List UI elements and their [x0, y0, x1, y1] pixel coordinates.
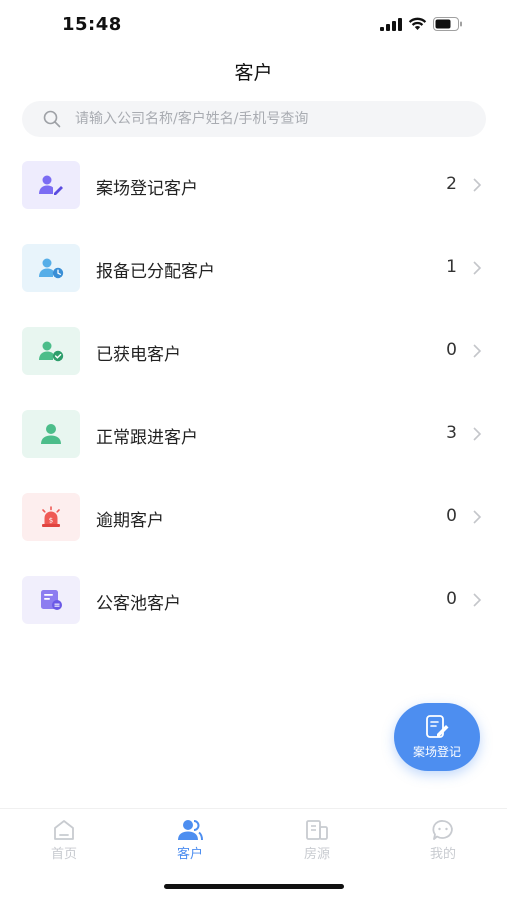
tab-label: 客户: [176, 847, 203, 862]
wifi-icon: [408, 17, 427, 30]
user-clock-icon: [22, 244, 80, 292]
chevron-right-icon: [473, 178, 482, 192]
search-input[interactable]: [73, 110, 477, 128]
list-item-normal-followup[interactable]: 正常跟进客户 3: [0, 405, 507, 465]
search-icon: [43, 110, 61, 128]
list-item-phone-obtained[interactable]: 已获电客户 0: [0, 322, 507, 382]
row-count: 0: [446, 506, 457, 526]
status-time: 15:48: [62, 14, 122, 35]
tab-label: 房源: [303, 847, 330, 862]
building-icon: [306, 820, 328, 840]
row-count: 1: [446, 257, 457, 277]
chevron-right-icon: [473, 427, 482, 441]
chevron-right-icon: [473, 510, 482, 524]
row-count: 0: [446, 589, 457, 609]
home-indicator: [164, 884, 344, 889]
chevron-right-icon: [473, 344, 482, 358]
tab-label: 首页: [50, 847, 77, 862]
fab-label: 案场登记: [412, 745, 461, 759]
user-edit-icon: [22, 161, 80, 209]
row-count: 0: [446, 340, 457, 360]
row-label: 正常跟进客户: [96, 428, 198, 448]
tab-properties[interactable]: 房源: [277, 819, 357, 862]
chevron-right-icon: [473, 593, 482, 607]
form-icon: [22, 576, 80, 624]
row-label: 已获电客户: [96, 345, 181, 365]
user-icon: [22, 410, 80, 458]
edit-note-icon: [426, 715, 449, 738]
row-label: 案场登记客户: [96, 179, 198, 199]
user-check-icon: [22, 327, 80, 375]
signal-icon: [380, 17, 402, 31]
tab-home[interactable]: 首页: [24, 819, 104, 862]
tab-mine[interactable]: 我的: [403, 819, 483, 862]
list-item-onsite-registered[interactable]: 案场登记客户 2: [0, 156, 507, 216]
svg-text:$: $: [49, 517, 53, 525]
list-item-report-assigned[interactable]: 报备已分配客户 1: [0, 239, 507, 299]
customers-icon: [178, 820, 203, 841]
row-label: 公客池客户: [96, 594, 181, 614]
tab-customers[interactable]: 客户: [150, 819, 230, 862]
row-count: 2: [446, 174, 457, 194]
row-count: 3: [446, 423, 457, 443]
battery-icon: [433, 17, 462, 31]
tab-label: 我的: [429, 847, 456, 862]
status-bar: 15:48: [0, 0, 507, 50]
row-label: 报备已分配客户: [96, 262, 215, 282]
list-item-overdue[interactable]: $ 逾期客户 0: [0, 488, 507, 548]
search-bar[interactable]: [22, 101, 486, 137]
chevron-right-icon: [473, 261, 482, 275]
home-icon: [54, 820, 74, 840]
chat-face-icon: [432, 820, 453, 840]
onsite-register-button[interactable]: 案场登记: [394, 703, 480, 771]
row-label: 逾期客户: [96, 511, 164, 531]
page-title: 客户: [234, 62, 273, 84]
list-item-public-pool[interactable]: 公客池客户 0: [0, 571, 507, 631]
alarm-icon: $: [22, 493, 80, 541]
